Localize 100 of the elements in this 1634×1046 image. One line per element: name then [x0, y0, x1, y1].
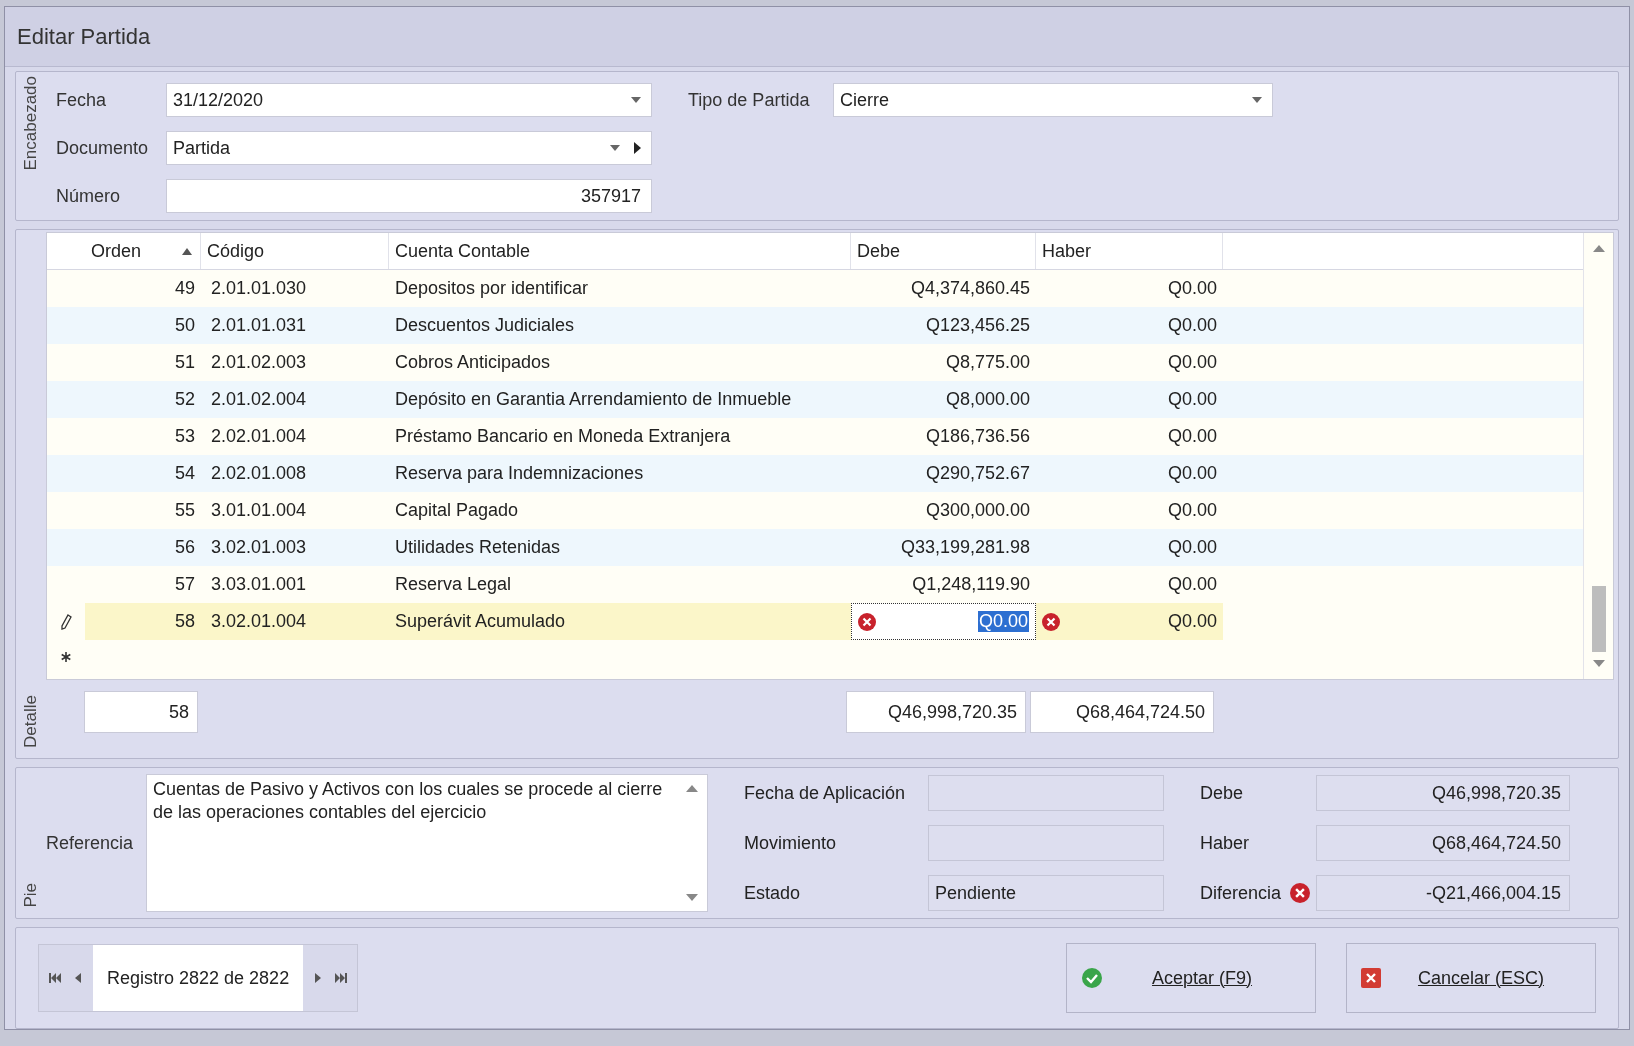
table-cell-text: 3.01.01.004	[210, 499, 308, 522]
window-title: Editar Partida	[17, 23, 151, 50]
table-cell-text: 3.03.01.001	[210, 573, 308, 596]
table-cell-text: 58	[173, 610, 196, 633]
table-cell-text: Superávit Acumulado	[394, 610, 567, 633]
field-value: 31/12/2020	[173, 89, 265, 111]
scroll-down-icon[interactable]	[686, 894, 698, 901]
dropdown-arrow-icon[interactable]	[631, 97, 641, 103]
accept-button[interactable]: Aceptar (F9)	[1066, 943, 1316, 1013]
table-cell: Q0.00	[1167, 537, 1217, 558]
field-value: Q68,464,724.50	[1431, 832, 1561, 854]
total-field: Q46,998,720.35	[846, 691, 1026, 733]
amount-field[interactable]: Q46,998,720.35	[1316, 775, 1570, 811]
scroll-down-icon[interactable]	[1592, 660, 1605, 667]
table-row[interactable]: 56 3.02.01.003 Utilidades Retenidas Q33,199,281.98 Q0.00	[47, 529, 1583, 566]
group-label: Pie	[21, 883, 41, 908]
field-label: Estado	[744, 882, 802, 904]
table-cell: Q123,456.25	[925, 315, 1030, 336]
table-cell-text: 57	[173, 573, 196, 596]
amount-field[interactable]: -Q21,466,004.15	[1316, 875, 1570, 911]
field-label: Tipo de Partida	[688, 89, 811, 111]
table-cell: Q8,775.00	[945, 352, 1030, 373]
last-record-icon[interactable]	[333, 973, 348, 983]
table-cell-text: Utilidades Retenidas	[394, 536, 562, 559]
dropdown-field[interactable]: Partida	[166, 131, 652, 165]
column-header[interactable]: Cuenta Contable	[389, 233, 851, 269]
table-cell-text: 2.01.02.003	[210, 351, 308, 374]
table-row[interactable]: 57 3.03.01.001 Reserva Legal Q1,248,119.90 Q0.00	[47, 566, 1583, 603]
table-cell: Q0.00	[1167, 315, 1217, 336]
cancel-icon	[1361, 968, 1381, 988]
cell-editor[interactable]: Q0.00	[977, 611, 1029, 632]
table-cell-text: Depositos por identificar	[394, 277, 590, 300]
play-arrow-icon[interactable]	[634, 142, 641, 154]
number-field[interactable]: 357917	[166, 179, 652, 213]
text-field[interactable]	[928, 825, 1164, 861]
field-value: Q46,998,720.35	[1431, 782, 1561, 804]
table-cell-text: 53	[173, 425, 196, 448]
field-value: Cuentas de Pasivo y Activos con los cuales se procede al cierre de las operaciones contables del ejercicio	[152, 778, 664, 825]
date-field[interactable]	[928, 775, 1164, 811]
date-field[interactable]: 31/12/2020	[166, 83, 652, 117]
field-label: Número	[56, 185, 122, 207]
previous-record-icon[interactable]	[75, 973, 81, 983]
table-cell-text: Cobros Anticipados	[394, 351, 552, 374]
table-row[interactable]: 52 2.01.02.004 Depósito en Garantia Arrendamiento de Inmueble Q8,000.00 Q0.00	[47, 381, 1583, 418]
table-row[interactable]: 53 2.02.01.004 Préstamo Bancario en Moneda Extranjera Q186,736.56 Q0.00	[47, 418, 1583, 455]
table-cell-text: 49	[173, 277, 196, 300]
check-icon	[1081, 967, 1103, 989]
table-cell: Q0.00	[1167, 463, 1217, 484]
table-row[interactable]: 50 2.01.01.031 Descuentos Judiciales Q123,456.25 Q0.00	[47, 307, 1583, 344]
table-cell: Q300,000.00	[925, 500, 1030, 521]
column-header[interactable]: Código	[201, 233, 389, 269]
text-area[interactable]: Cuentas de Pasivo y Activos con los cuales se procede al cierre de las operaciones contables del ejercicio	[146, 774, 708, 912]
table-cell-text: 2.01.01.030	[210, 277, 308, 300]
field-label: Movimiento	[744, 832, 838, 854]
table-row[interactable]: 54 2.02.01.008 Reserva para Indemnizaciones Q290,752.67 Q0.00	[47, 455, 1583, 492]
table-cell-text: Depósito en Garantia Arrendamiento de Inmueble	[394, 388, 793, 411]
cancel-button[interactable]: Cancelar (ESC)	[1346, 943, 1596, 1013]
table-cell-text: Descuentos Judiciales	[394, 314, 576, 337]
table-cell-text: 55	[173, 499, 196, 522]
field-label: Debe	[1200, 782, 1245, 804]
scroll-thumb[interactable]	[1591, 586, 1606, 652]
table-cell: Q0.00	[1167, 278, 1217, 299]
table-cell: Q8,000.00	[945, 389, 1030, 410]
dropdown-arrow-icon[interactable]	[610, 145, 620, 151]
table-row[interactable]: 51 2.01.02.003 Cobros Anticipados Q8,775.00 Q0.00	[47, 344, 1583, 381]
field-value: Pendiente	[935, 882, 1017, 904]
first-record-icon[interactable]	[49, 973, 63, 983]
record-counter: Registro 2822 de 2822	[93, 945, 304, 1011]
field-label: Documento	[56, 137, 150, 159]
group-label: Encabezado	[21, 76, 41, 171]
scroll-up-icon[interactable]	[686, 785, 698, 792]
status-field[interactable]: Pendiente	[928, 875, 1164, 911]
column-header[interactable]: Haber	[1036, 233, 1223, 269]
next-record-icon[interactable]	[315, 973, 322, 983]
table-cell: Q290,752.67	[925, 463, 1030, 484]
table-cell-text: 2.02.01.004	[210, 425, 308, 448]
table-row[interactable]: 55 3.01.01.004 Capital Pagado Q300,000.00 Q0.00	[47, 492, 1583, 529]
pencil-icon	[60, 613, 72, 630]
field-label: Fecha de Aplicación	[744, 782, 907, 804]
table-cell-text: Capital Pagado	[394, 499, 520, 522]
table-cell-text: Reserva para Indemnizaciones	[394, 462, 645, 485]
table-cell-text: 54	[173, 462, 196, 485]
table-cell-text: Préstamo Bancario en Moneda Extranjera	[394, 425, 732, 448]
table-cell: Q0.00	[1167, 426, 1217, 447]
table-cell-text: 2.01.01.031	[210, 314, 308, 337]
column-header[interactable]: Orden	[85, 233, 201, 269]
table-cell-text: 3.02.01.004	[210, 610, 308, 633]
amount-field[interactable]: Q68,464,724.50	[1316, 825, 1570, 861]
group-label: Detalle	[21, 695, 41, 748]
dropdown-arrow-icon[interactable]	[1252, 97, 1262, 103]
column-header[interactable]: Debe	[851, 233, 1036, 269]
table-cell: Q1,248,119.90	[912, 574, 1030, 595]
scroll-up-icon[interactable]	[1592, 245, 1605, 252]
field-label: Haber	[1200, 832, 1251, 854]
table-row[interactable]: 49 2.01.01.030 Depositos por identificar Q4,374,860.45 Q0.00	[47, 270, 1583, 307]
total-field: 58	[84, 691, 198, 733]
dropdown-field[interactable]: Cierre	[833, 83, 1273, 117]
field-label: Fecha	[56, 89, 108, 111]
field-value: Cierre	[840, 89, 890, 111]
table-cell-text: 2.02.01.008	[210, 462, 308, 485]
